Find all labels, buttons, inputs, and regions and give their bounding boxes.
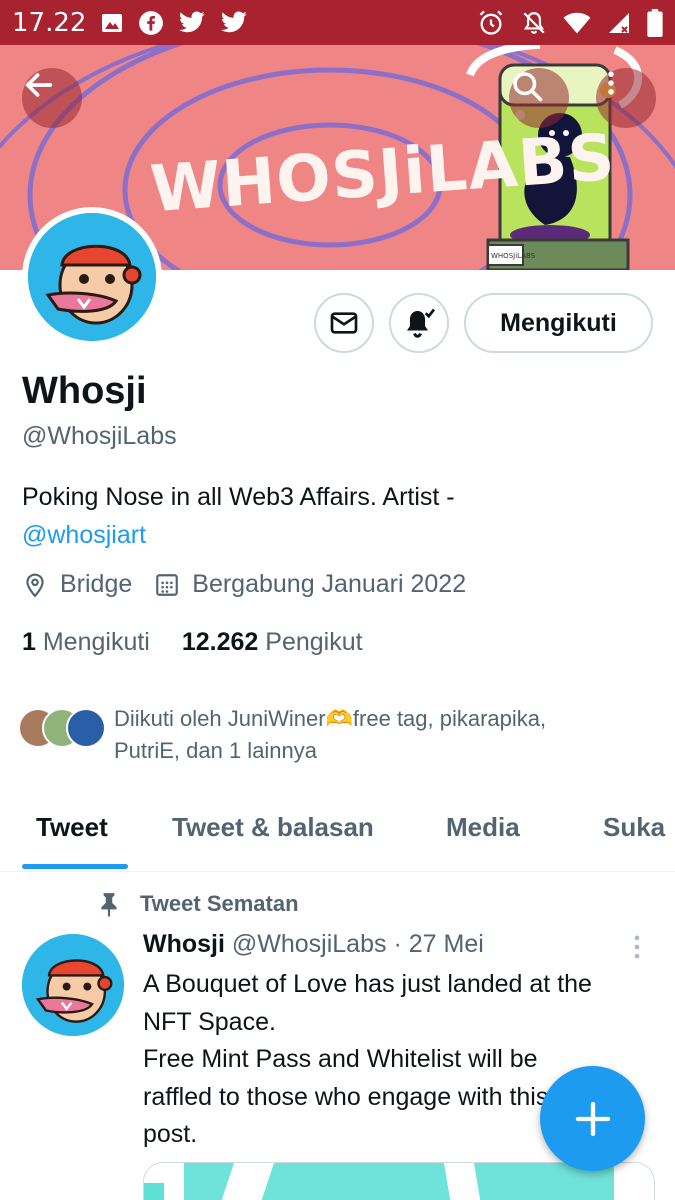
more-vertical-icon	[634, 935, 640, 959]
more-options-button[interactable]	[596, 68, 656, 128]
bio-text: Poking Nose in all Web3 Affairs. Artist …	[22, 483, 455, 511]
followed-by[interactable]: Diikuti oleh JuniWiner🫶free tag, pikarap…	[18, 703, 634, 767]
tweet-header: Whosji @WhosjiLabs · 27 Mei	[143, 930, 484, 959]
tab-tweets[interactable]: Tweet	[36, 812, 108, 843]
mail-icon	[330, 312, 358, 334]
alarm-icon	[479, 10, 503, 35]
tab-tweets-replies[interactable]: Tweet & balasan	[172, 812, 374, 843]
active-tab-indicator	[22, 864, 128, 869]
location: Bridge	[22, 570, 132, 599]
profile-name: Whosji	[22, 370, 147, 412]
tab-media[interactable]: Media	[446, 812, 520, 843]
message-button[interactable]	[314, 293, 374, 353]
tweet-text-line: A Bouquet of Love has just landed at the	[143, 970, 592, 998]
tweet-author-name[interactable]: Whosji	[143, 930, 225, 958]
twitter-icon	[221, 10, 248, 32]
following-button[interactable]: Mengikuti	[464, 293, 653, 353]
following-label: Mengikuti	[42, 628, 150, 656]
arrow-left-icon	[25, 73, 53, 97]
profile-meta: Bridge Bergabung Januari 2022	[22, 570, 488, 599]
bell-check-icon	[407, 308, 436, 338]
jar-label: WHOSJiLABS	[491, 252, 536, 260]
status-time: 17.22	[12, 7, 87, 38]
followers-count: 12.262	[181, 628, 259, 656]
profile-avatar[interactable]	[22, 207, 162, 347]
image-icon	[102, 13, 123, 32]
search-icon	[513, 72, 543, 102]
follow-stats: 1 Mengikuti 12.262 Pengikut	[22, 628, 395, 657]
twitter-icon	[179, 10, 206, 32]
followed-by-line2: PutriE, dan 1 lainnya	[114, 738, 318, 763]
wifi-icon	[563, 12, 591, 33]
tweet-separator: ·	[393, 930, 402, 958]
avatar-illustration	[22, 934, 124, 1036]
profile-bio: Poking Nose in all Web3 Affairs. Artist …	[22, 478, 662, 554]
join-date-text: Bergabung Januari 2022	[192, 570, 467, 598]
bio-mention-link[interactable]: @whosjiart	[22, 516, 662, 554]
following-count: 1	[22, 628, 36, 656]
more-vertical-icon	[608, 71, 614, 95]
facebook-icon	[139, 10, 164, 35]
followers-label: Pengikut	[265, 628, 363, 656]
search-button[interactable]	[509, 68, 569, 128]
followers-stat[interactable]: 12.262 Pengikut	[182, 628, 363, 657]
back-button[interactable]	[22, 68, 82, 128]
notifications-off-icon	[523, 11, 545, 34]
location-text: Bridge	[60, 570, 133, 598]
tweet-text-line: NFT Space.	[143, 1007, 276, 1036]
notifications-button[interactable]	[389, 293, 449, 353]
profile-tabs: Tweet Tweet & balasan Media Suka	[0, 796, 675, 872]
followed-by-avatars	[18, 703, 110, 751]
followed-by-text: Diikuti oleh JuniWiner🫶free tag, pikarap…	[114, 703, 634, 767]
calendar-icon	[156, 573, 179, 596]
followed-by-line1: Diikuti oleh JuniWiner🫶free tag, pikarap…	[114, 706, 547, 731]
pin-icon	[101, 893, 117, 917]
tweet-date[interactable]: 27 Mei	[409, 930, 484, 958]
join-date: Bergabung Januari 2022	[154, 570, 466, 599]
following-stat[interactable]: 1 Mengikuti	[22, 628, 150, 657]
tweet-author-handle: @WhosjiLabs	[231, 930, 387, 958]
follower-avatar	[66, 708, 106, 748]
location-pin-icon	[26, 573, 44, 597]
tweet-author-avatar[interactable]	[22, 934, 124, 1036]
tab-likes[interactable]: Suka	[603, 812, 665, 843]
status-bar: 17.22	[0, 0, 675, 45]
signal-icon	[609, 12, 629, 33]
tweet-more-button[interactable]	[626, 932, 648, 967]
pinned-tweet-header: Tweet Sematan	[96, 890, 299, 918]
battery-icon	[647, 8, 663, 37]
plus-icon	[575, 1101, 610, 1136]
profile-handle: @WhosjiLabs	[22, 422, 177, 450]
pinned-label: Tweet Sematan	[140, 891, 299, 916]
compose-tweet-button[interactable]	[540, 1066, 645, 1171]
avatar-illustration	[28, 213, 156, 341]
